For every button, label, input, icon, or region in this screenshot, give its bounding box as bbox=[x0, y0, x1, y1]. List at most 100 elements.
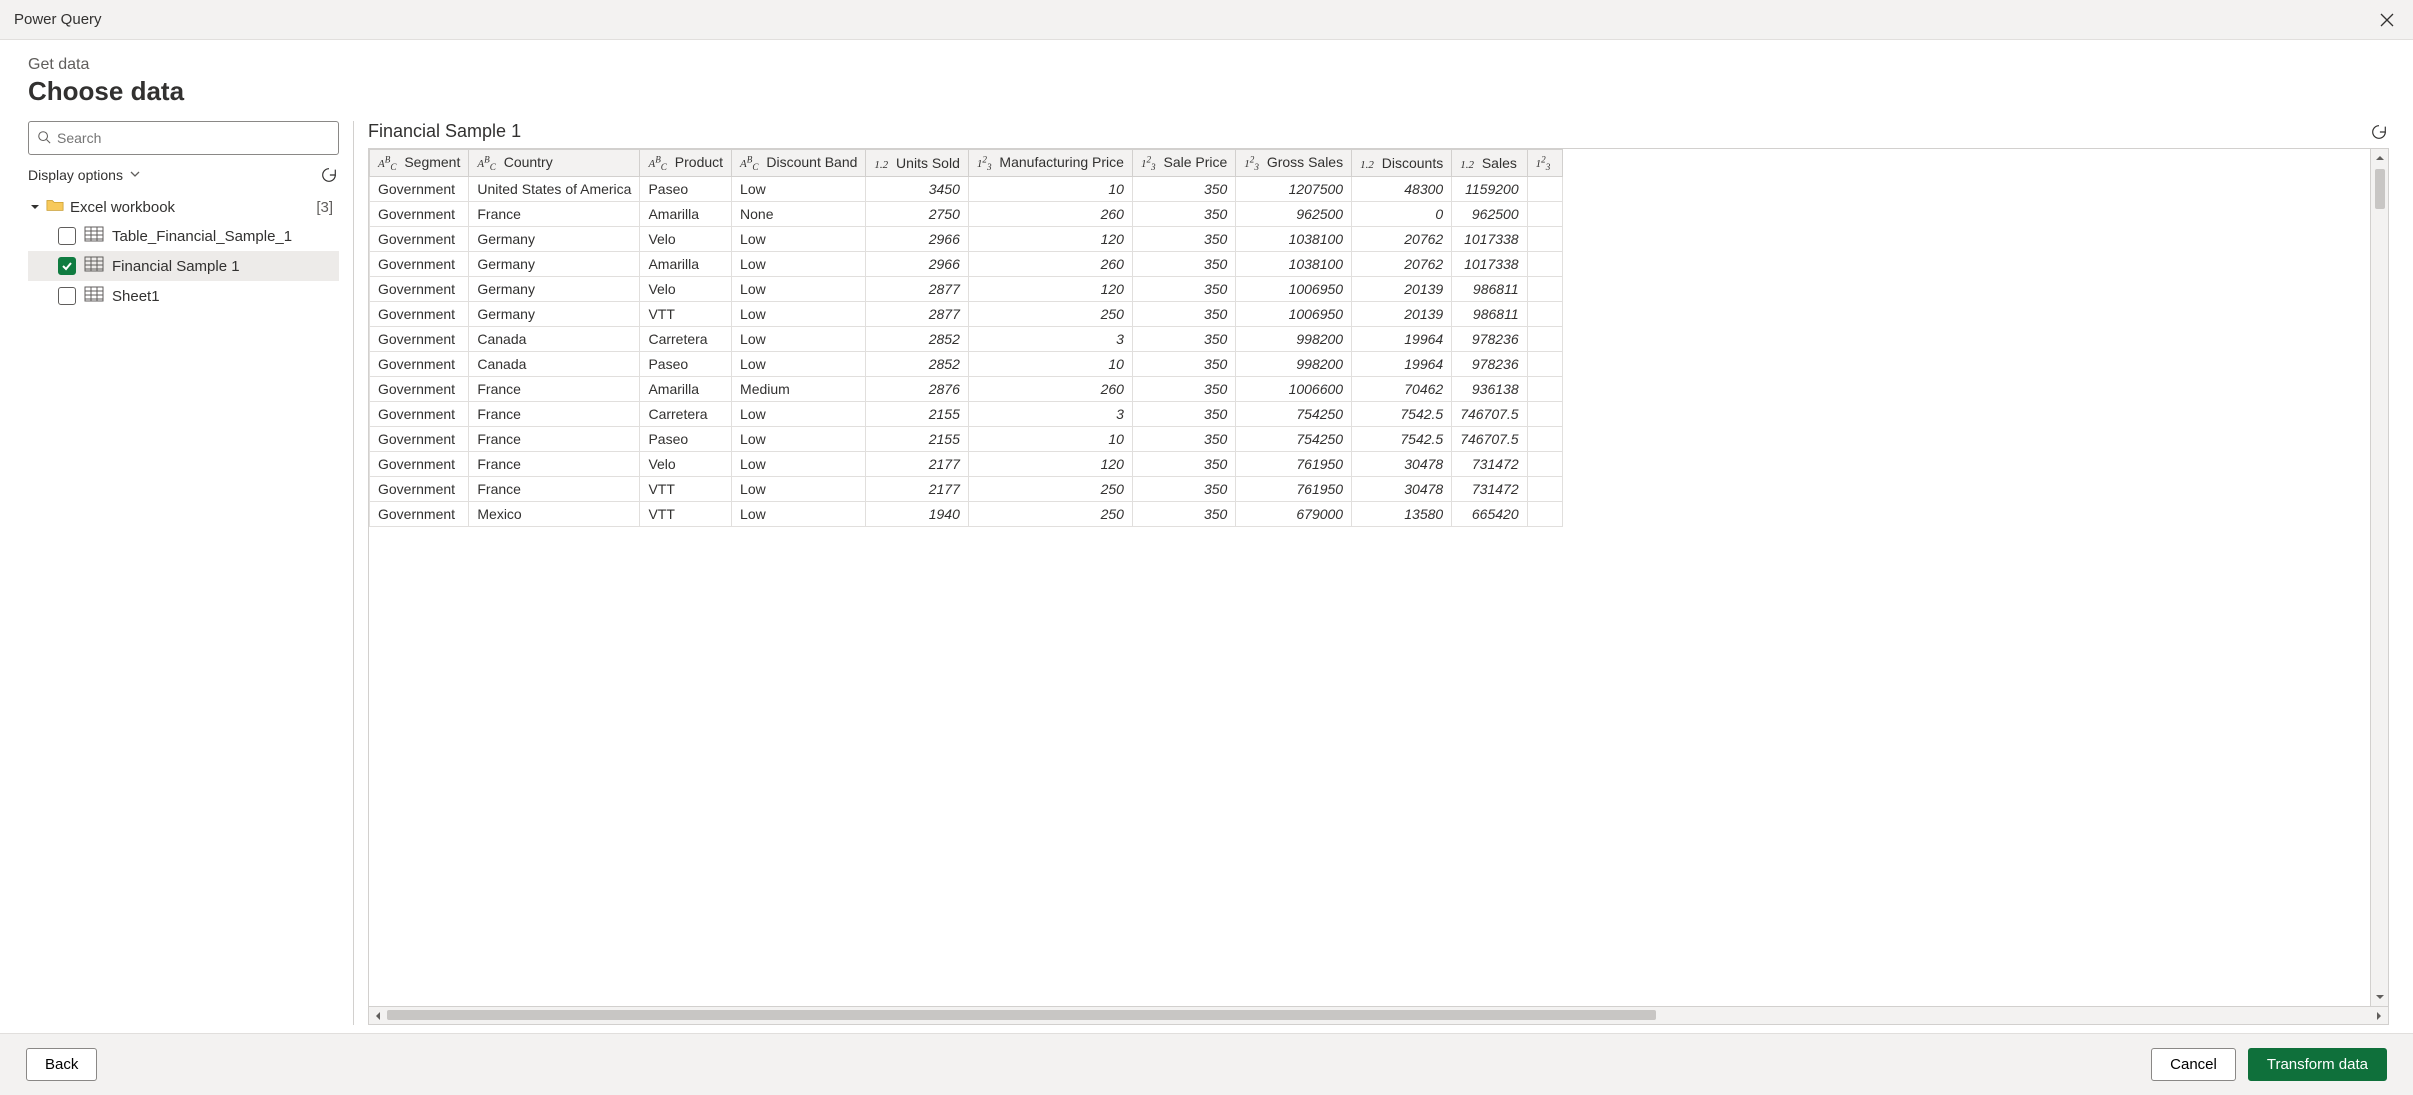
table-row[interactable]: GovernmentCanadaPaseoLow2852103509982001… bbox=[370, 352, 1563, 377]
table-cell: None bbox=[732, 202, 866, 227]
scroll-down-arrow[interactable] bbox=[2371, 988, 2388, 1006]
table-row[interactable]: GovernmentFranceVTTLow217725035076195030… bbox=[370, 477, 1563, 502]
tree-item-financial-sample-1[interactable]: Financial Sample 1 bbox=[28, 251, 339, 281]
table-cell: 679000 bbox=[1236, 502, 1352, 527]
grid-scroll-area[interactable]: ABC SegmentABC CountryABC ProductABC Dis… bbox=[369, 149, 2370, 1006]
table-row[interactable]: GovernmentGermanyVTTLow28772503501006950… bbox=[370, 302, 1563, 327]
table-row[interactable]: GovernmentGermanyAmarillaLow296626035010… bbox=[370, 252, 1563, 277]
column-header-label: Product bbox=[671, 154, 723, 170]
table-cell: 350 bbox=[1132, 327, 1235, 352]
tree-item-table-financial-sample-1[interactable]: Table_Financial_Sample_1 bbox=[28, 221, 339, 251]
table-row[interactable]: GovernmentFranceCarreteraLow215533507542… bbox=[370, 402, 1563, 427]
column-header[interactable]: 1.2 Sales bbox=[1452, 150, 1527, 177]
table-row[interactable]: GovernmentFranceAmarillaNone275026035096… bbox=[370, 202, 1563, 227]
whole-number-type-icon: 123 bbox=[1244, 158, 1259, 170]
whole-number-type-icon: 123 bbox=[1141, 158, 1156, 170]
table-cell: 70462 bbox=[1352, 377, 1452, 402]
table-cell: 1940 bbox=[866, 502, 968, 527]
table-icon bbox=[84, 286, 104, 306]
column-header-label: Manufacturing Price bbox=[996, 154, 1124, 170]
table-cell: 250 bbox=[968, 502, 1132, 527]
table-row[interactable]: GovernmentGermanyVeloLow2877120350100695… bbox=[370, 277, 1563, 302]
table-cell: 350 bbox=[1132, 452, 1235, 477]
table-cell: Medium bbox=[732, 377, 866, 402]
table-cell: 350 bbox=[1132, 302, 1235, 327]
column-header[interactable]: ABC Product bbox=[640, 150, 732, 177]
column-header[interactable]: ABC Discount Band bbox=[732, 150, 866, 177]
column-header[interactable]: ABC Country bbox=[469, 150, 640, 177]
table-cell bbox=[1527, 427, 1563, 452]
table-cell: 30478 bbox=[1352, 477, 1452, 502]
scroll-up-arrow[interactable] bbox=[2371, 149, 2388, 167]
table-cell: 19964 bbox=[1352, 327, 1452, 352]
tree-item-checkbox[interactable] bbox=[58, 227, 76, 245]
vertical-scrollbar[interactable] bbox=[2370, 149, 2388, 1006]
table-cell: Low bbox=[732, 277, 866, 302]
table-cell: Low bbox=[732, 402, 866, 427]
tree-item-checkbox[interactable] bbox=[58, 287, 76, 305]
table-cell: Amarilla bbox=[640, 202, 732, 227]
table-cell bbox=[1527, 302, 1563, 327]
table-cell: Low bbox=[732, 452, 866, 477]
vscroll-thumb[interactable] bbox=[2375, 169, 2385, 209]
table-row[interactable]: GovernmentMexicoVTTLow194025035067900013… bbox=[370, 502, 1563, 527]
close-button[interactable] bbox=[2373, 6, 2401, 34]
table-cell bbox=[1527, 477, 1563, 502]
column-header[interactable]: 123 bbox=[1527, 150, 1563, 177]
table-cell bbox=[1527, 377, 1563, 402]
table-cell: 10 bbox=[968, 177, 1132, 202]
column-header[interactable]: 123 Sale Price bbox=[1132, 150, 1235, 177]
table-row[interactable]: GovernmentCanadaCarreteraLow285233509982… bbox=[370, 327, 1563, 352]
display-options-dropdown[interactable]: Display options bbox=[28, 167, 141, 183]
tree-item-checkbox[interactable] bbox=[58, 257, 76, 275]
transform-data-button[interactable]: Transform data bbox=[2248, 1048, 2387, 1081]
column-header-label: Discount Band bbox=[762, 154, 857, 170]
table-row[interactable]: GovernmentFranceAmarillaMedium2876260350… bbox=[370, 377, 1563, 402]
search-box[interactable] bbox=[28, 121, 339, 155]
search-input[interactable] bbox=[57, 130, 330, 146]
preview-refresh-button[interactable] bbox=[2369, 122, 2389, 142]
refresh-button[interactable] bbox=[319, 165, 339, 185]
table-cell: Mexico bbox=[469, 502, 640, 527]
tree-root-label: Excel workbook bbox=[70, 199, 175, 216]
table-cell: 350 bbox=[1132, 202, 1235, 227]
table-cell: 998200 bbox=[1236, 327, 1352, 352]
table-cell: Government bbox=[370, 452, 469, 477]
table-cell: France bbox=[469, 452, 640, 477]
column-header[interactable]: ABC Segment bbox=[370, 150, 469, 177]
column-header[interactable]: 123 Manufacturing Price bbox=[968, 150, 1132, 177]
table-row[interactable]: GovernmentGermanyVeloLow2966120350103810… bbox=[370, 227, 1563, 252]
table-cell: 986811 bbox=[1452, 302, 1527, 327]
table-cell: 7542.5 bbox=[1352, 402, 1452, 427]
table-cell: 2877 bbox=[866, 277, 968, 302]
tree-item-label: Sheet1 bbox=[112, 288, 160, 305]
table-cell: 10 bbox=[968, 352, 1132, 377]
column-header-label: Sale Price bbox=[1160, 154, 1228, 170]
tree-item-sheet1[interactable]: Sheet1 bbox=[28, 281, 339, 311]
table-cell: 350 bbox=[1132, 402, 1235, 427]
table-row[interactable]: GovernmentFranceVeloLow21771203507619503… bbox=[370, 452, 1563, 477]
table-cell: Paseo bbox=[640, 177, 732, 202]
tree-root-excel-workbook[interactable]: Excel workbook [3] bbox=[28, 193, 339, 221]
horizontal-scrollbar[interactable] bbox=[369, 1006, 2388, 1024]
table-cell: Government bbox=[370, 202, 469, 227]
navigator-sidebar: Display options Excel workbook [3] bbox=[28, 121, 354, 1025]
table-cell: 2966 bbox=[866, 227, 968, 252]
table-cell: Government bbox=[370, 302, 469, 327]
column-header[interactable]: 1.2 Units Sold bbox=[866, 150, 968, 177]
column-header[interactable]: 1.2 Discounts bbox=[1352, 150, 1452, 177]
table-cell: France bbox=[469, 477, 640, 502]
table-cell: Low bbox=[732, 177, 866, 202]
cancel-button[interactable]: Cancel bbox=[2151, 1048, 2236, 1081]
table-cell: VTT bbox=[640, 302, 732, 327]
scroll-right-arrow[interactable] bbox=[2370, 1007, 2388, 1024]
table-cell: France bbox=[469, 377, 640, 402]
table-cell: 350 bbox=[1132, 477, 1235, 502]
scroll-left-arrow[interactable] bbox=[369, 1007, 387, 1024]
table-cell: France bbox=[469, 427, 640, 452]
hscroll-thumb[interactable] bbox=[387, 1010, 1656, 1020]
back-button[interactable]: Back bbox=[26, 1048, 97, 1081]
column-header[interactable]: 123 Gross Sales bbox=[1236, 150, 1352, 177]
table-row[interactable]: GovernmentFrancePaseoLow2155103507542507… bbox=[370, 427, 1563, 452]
table-row[interactable]: GovernmentUnited States of AmericaPaseoL… bbox=[370, 177, 1563, 202]
